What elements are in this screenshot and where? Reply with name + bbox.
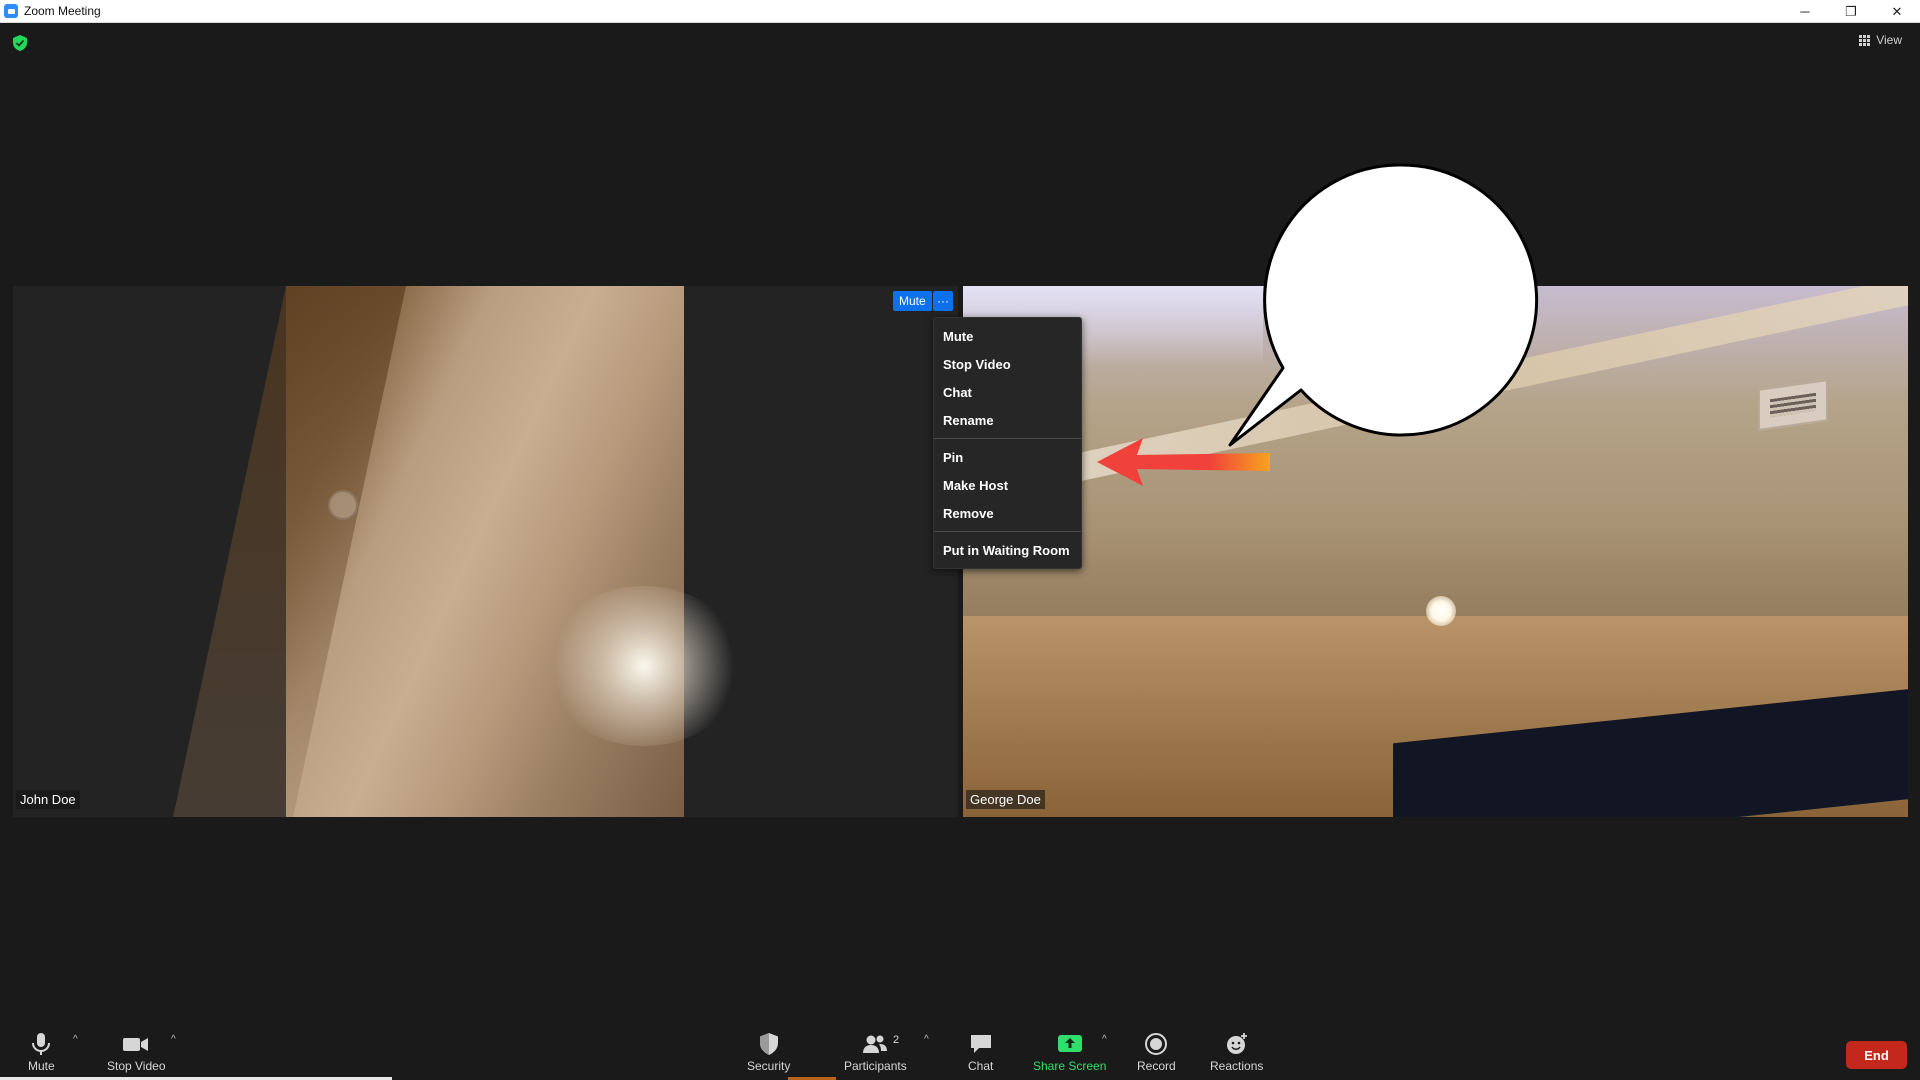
grid-view-icon bbox=[1859, 34, 1871, 46]
security-shield-icon bbox=[759, 1033, 778, 1055]
stop-video-button[interactable]: Stop Video bbox=[107, 1032, 166, 1073]
participants-options-caret[interactable]: ^ bbox=[924, 1034, 929, 1045]
view-label: View bbox=[1876, 33, 1902, 47]
minimize-button[interactable]: ─ bbox=[1782, 0, 1828, 23]
participants-label: Participants bbox=[844, 1059, 907, 1073]
chat-bubble-icon bbox=[970, 1035, 991, 1053]
reactions-label: Reactions bbox=[1210, 1059, 1264, 1073]
security-label: Security bbox=[747, 1059, 791, 1073]
zoom-app-icon bbox=[4, 4, 18, 18]
end-meeting-button[interactable]: End bbox=[1846, 1041, 1907, 1069]
title-bar: Zoom Meeting ─ ❐ ✕ bbox=[0, 0, 1920, 23]
window-controls: ─ ❐ ✕ bbox=[1782, 0, 1920, 23]
stop-video-label: Stop Video bbox=[107, 1059, 166, 1073]
more-options-button[interactable]: ··· bbox=[933, 291, 953, 311]
participant-context-menu: Mute Stop Video Chat Rename Pin Make Hos… bbox=[933, 317, 1082, 569]
menu-item-put-in-waiting-room[interactable]: Put in Waiting Room bbox=[934, 536, 1081, 564]
participants-count-badge: 2 bbox=[893, 1034, 900, 1046]
share-options-caret[interactable]: ^ bbox=[1102, 1034, 1107, 1045]
menu-divider bbox=[934, 531, 1081, 532]
annotation-arrow-icon bbox=[1097, 438, 1270, 486]
share-screen-icon bbox=[1057, 1035, 1082, 1052]
mute-label: Mute bbox=[28, 1059, 55, 1073]
close-button[interactable]: ✕ bbox=[1874, 0, 1920, 23]
menu-item-chat[interactable]: Chat bbox=[934, 378, 1081, 406]
camera-icon bbox=[123, 1038, 149, 1051]
restore-button[interactable]: ❐ bbox=[1828, 0, 1874, 23]
menu-item-pin[interactable]: Pin bbox=[934, 443, 1081, 471]
video-options-caret[interactable]: ^ bbox=[171, 1034, 176, 1045]
participant-name-tag: George Doe bbox=[966, 790, 1045, 809]
menu-item-mute[interactable]: Mute bbox=[934, 322, 1081, 350]
participant-name-tag: John Doe bbox=[16, 790, 80, 809]
encryption-shield-icon[interactable] bbox=[13, 35, 27, 51]
menu-item-stop-video[interactable]: Stop Video bbox=[934, 350, 1081, 378]
meeting-toolbar: Mute ^ Stop Video ^ Security Participant… bbox=[0, 1022, 1920, 1080]
security-button[interactable]: Security bbox=[747, 1032, 790, 1073]
video-tile-john-doe[interactable]: John Doe bbox=[13, 286, 958, 817]
participant-mute-button[interactable]: Mute bbox=[893, 291, 932, 311]
menu-divider bbox=[934, 438, 1081, 439]
zoom-meeting-window: Zoom Meeting ─ ❐ ✕ View John Doe George … bbox=[0, 0, 1920, 1080]
chat-label: Chat bbox=[968, 1059, 994, 1073]
record-label: Record bbox=[1137, 1059, 1176, 1073]
camera-feed bbox=[173, 286, 744, 817]
menu-item-rename[interactable]: Rename bbox=[934, 406, 1081, 434]
microphone-icon bbox=[32, 1033, 51, 1055]
window-title: Zoom Meeting bbox=[24, 4, 101, 18]
record-button[interactable]: Record bbox=[1137, 1032, 1176, 1073]
chat-button[interactable]: Chat bbox=[968, 1032, 993, 1073]
share-screen-label: Share Screen bbox=[1033, 1059, 1107, 1073]
participants-icon bbox=[863, 1035, 888, 1053]
menu-item-remove[interactable]: Remove bbox=[934, 499, 1081, 527]
audio-options-caret[interactable]: ^ bbox=[73, 1034, 78, 1045]
menu-item-make-host[interactable]: Make Host bbox=[934, 471, 1081, 499]
mute-button[interactable]: Mute bbox=[28, 1032, 55, 1073]
reactions-icon bbox=[1226, 1033, 1247, 1054]
annotation-speech-bubble bbox=[1228, 163, 1539, 447]
share-screen-button[interactable]: Share Screen bbox=[1033, 1032, 1106, 1073]
reactions-button[interactable]: Reactions bbox=[1210, 1032, 1263, 1073]
view-button[interactable]: View bbox=[1859, 33, 1902, 47]
record-icon bbox=[1145, 1033, 1168, 1055]
